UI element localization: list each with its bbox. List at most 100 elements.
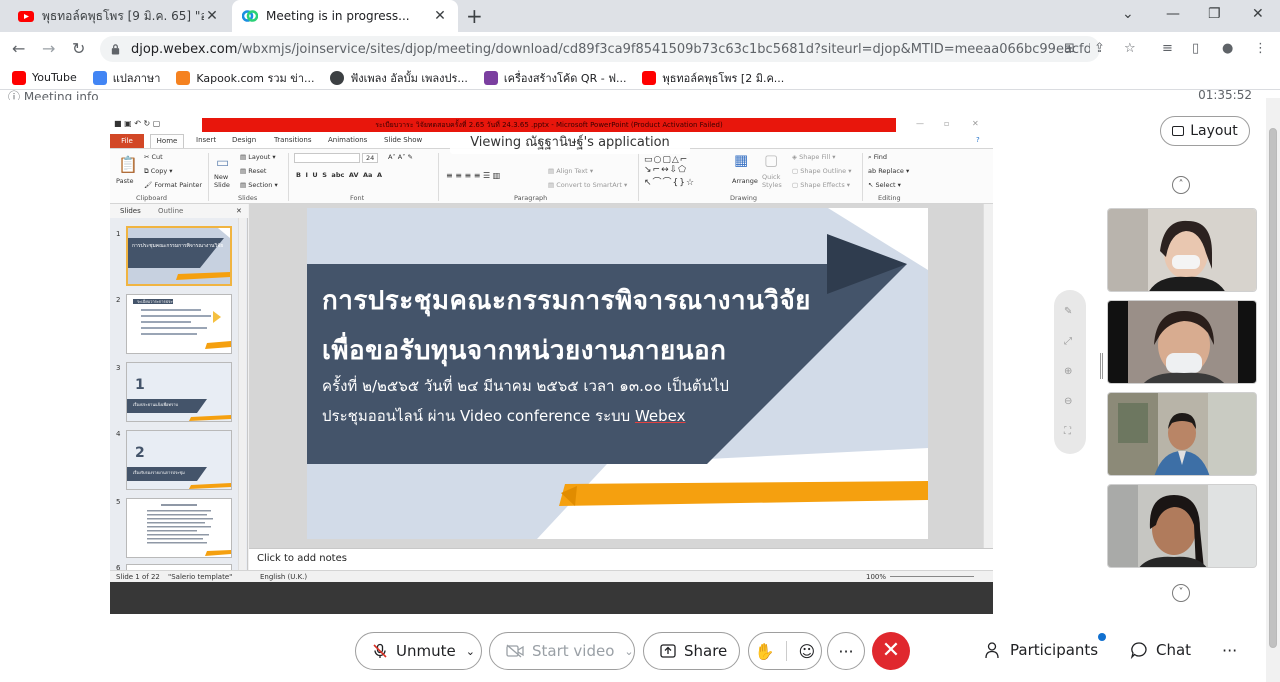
profile-avatar-icon[interactable]: ● — [1222, 41, 1233, 56]
ppt-tab-insert: Insert — [196, 136, 217, 144]
video-frame — [1108, 393, 1256, 475]
chat-label: Chat — [1156, 641, 1192, 659]
quick-styles-label: Quick Styles — [762, 173, 782, 189]
translate-icon[interactable]: ⊞ — [1064, 41, 1075, 56]
close-tab-icon[interactable]: ✕ — [432, 8, 448, 24]
participant-video-3[interactable] — [1107, 392, 1257, 476]
font-size-box: 24 — [362, 153, 379, 163]
slide-title-line-2: เพื่อขอรับทุนจากหน่วยงานภายนอก — [322, 336, 727, 366]
meeting-info[interactable]: ⓘ Meeting info — [8, 88, 99, 100]
ppt-panel-tab-slides: Slides — [120, 207, 141, 215]
close-icon: ✕ — [881, 638, 901, 663]
page-scrollbar[interactable] — [1266, 98, 1280, 682]
share-page-icon[interactable]: ⇪ — [1094, 41, 1105, 56]
unmute-label: Unmute — [396, 642, 456, 660]
ppt-panel-close-icon: ✕ — [236, 207, 242, 215]
shape-fill-label: ◈ Shape Fill ▾ — [792, 153, 836, 161]
bookmark-youtube[interactable]: YouTube — [12, 70, 77, 85]
shape-effects-label: ▢ Shape Effects ▾ — [792, 181, 851, 189]
chevron-down-icon[interactable]: ⌄ — [466, 645, 475, 658]
raise-hand-icon[interactable]: ✋ — [755, 642, 775, 661]
annotate-icon[interactable]: ✎ — [1064, 306, 1072, 317]
more-panels-icon[interactable]: ··· — [1222, 641, 1237, 660]
align-text-label: ▤ Align Text ▾ — [548, 167, 594, 175]
browser-tab-webex[interactable]: Meeting is in progress... ✕ — [232, 0, 458, 32]
slide-subtitle-line-1: ครั้งที่ ๒/๒๕๖๕ วันที่ ๒๔ มีนาคม ๒๕๖๕ เว… — [322, 377, 729, 395]
thumb-caption: ระเบียบวาระการประชุม — [137, 299, 178, 304]
participants-icon — [985, 642, 999, 659]
bookmark-kapook[interactable]: Kapook.com รวม ข่า... — [176, 69, 314, 87]
browser-tab-youtube[interactable]: พุธทอล์คพุธโพร [9 มิ.ค. 65] "อยากกว่า ✕ — [8, 0, 230, 32]
ppt-tab-design: Design — [232, 136, 257, 144]
shapes-gallery: ▭○▢△⌐ ↘⌐↔⇩⬠ ↖⌒⌒{}☆ — [644, 155, 696, 188]
font-group-label: Font — [350, 194, 365, 202]
font-format-icons: B I U S abc AV Aa A — [296, 171, 382, 179]
thumb-caption: 2 — [135, 445, 145, 461]
bookmark-label: เครื่องสร้างโค้ด QR - ฟ... — [503, 71, 627, 85]
chevron-down-icon[interactable]: ˅ — [1172, 584, 1190, 602]
thumb-art — [128, 228, 230, 284]
editing-group-label: Editing — [878, 194, 901, 202]
participant-video-1[interactable] — [1107, 208, 1257, 292]
reload-icon[interactable]: ↻ — [72, 39, 85, 58]
participants-notification-dot — [1098, 633, 1106, 641]
close-tab-icon[interactable]: ✕ — [204, 8, 220, 24]
status-slide-count: Slide 1 of 22 — [116, 573, 160, 581]
layout-button[interactable]: Layout — [1160, 116, 1250, 146]
bookmark-youtube-2[interactable]: พุธทอล์คพุธโพร [2 มิ.ค... — [642, 69, 784, 87]
chat-button[interactable]: Chat — [1130, 641, 1191, 659]
panel-resize-handle[interactable] — [1100, 353, 1103, 379]
ppt-tab-transitions: Transitions — [274, 136, 312, 144]
side-panel-icon[interactable]: ▯ — [1192, 41, 1199, 56]
slide-webex-word: Webex — [634, 407, 686, 425]
slide-subtitle-line-2: ประชุมออนไลน์ ผ่าน Video conference ระบบ… — [322, 407, 686, 425]
find-label: ⌕ Find — [868, 153, 888, 161]
reading-list-icon[interactable]: ≡ — [1162, 41, 1173, 56]
clipboard-group-label: Clipboard — [136, 194, 168, 202]
chevron-down-icon[interactable]: ⌄ — [624, 645, 633, 658]
fullscreen-icon[interactable]: ⛶ — [1064, 426, 1071, 437]
participants-button[interactable]: Participants — [984, 641, 1098, 659]
chevron-up-icon[interactable]: ˄ — [1172, 176, 1190, 194]
youtube-icon — [642, 70, 657, 85]
cut-label: ✂ Cut — [144, 153, 163, 161]
fit-icon[interactable]: ⤢ — [1064, 336, 1072, 347]
bookmark-translate[interactable]: แปลภาษา — [92, 69, 160, 87]
more-options-button[interactable]: ··· — [827, 632, 865, 670]
minimize-icon[interactable]: — — [1166, 6, 1180, 22]
participant-video-4[interactable] — [1107, 484, 1257, 568]
ppt-minimize-icon: — — [916, 119, 924, 128]
browser-menu-icon[interactable]: ⋮ — [1254, 41, 1267, 56]
participant-video-2[interactable] — [1107, 300, 1257, 384]
thumb-number: 5 — [116, 498, 121, 506]
quick-access-icons: ■ ▣ ↶ ↻ ▢ — [114, 119, 161, 128]
share-button[interactable]: Share — [643, 632, 740, 670]
reactions-emoji-icon[interactable]: ☺ — [799, 642, 816, 661]
forward-icon[interactable]: → — [42, 39, 55, 58]
browser-tab-bar: พุธทอล์คพุธโพร [9 มิ.ค. 65] "อยากกว่า ✕ … — [0, 0, 1280, 32]
address-input[interactable]: djop.webex.com /wbxmjs/joinservice/sites… — [100, 36, 1100, 62]
close-window-icon[interactable]: ✕ — [1252, 6, 1264, 22]
back-icon[interactable]: ← — [12, 39, 25, 58]
slide-thumbnail-1: การประชุมคณะกรรมการพิจารณางานวิจัย — [126, 226, 232, 286]
end-meeting-button[interactable]: ✕ — [872, 632, 910, 670]
bookmark-music[interactable]: ฟังเพลง อัลบั้ม เพลงปร... — [330, 69, 468, 87]
format-painter-label: 🖌 Format Painter — [144, 181, 203, 189]
bookmark-star-icon[interactable]: ☆ — [1124, 41, 1136, 56]
reset-label: ▤ Reset — [240, 167, 267, 175]
font-grow-shrink-icons: A˄ A˅ ✎ — [388, 153, 413, 161]
tab-search-icon[interactable]: ⌄ — [1122, 6, 1134, 22]
unmute-button[interactable]: Unmute ⌄ — [355, 632, 482, 670]
zoom-in-icon[interactable]: ⊕ — [1064, 366, 1072, 377]
zoom-out-icon[interactable]: ⊖ — [1064, 396, 1072, 407]
lock-icon — [111, 44, 120, 55]
start-video-button[interactable]: Start video ⌄ — [489, 632, 635, 670]
video-frame — [1108, 301, 1256, 383]
slide-title-line-1: การประชุมคณะกรรมการพิจารณางานวิจัย — [322, 286, 811, 316]
bookmark-qr[interactable]: เครื่องสร้างโค้ด QR - ฟ... — [483, 69, 627, 87]
more-icon: ··· — [838, 641, 854, 661]
new-tab-icon[interactable]: + — [466, 4, 483, 28]
video-off-icon — [506, 644, 524, 658]
url-host: djop.webex.com — [130, 41, 238, 57]
restore-icon[interactable]: ❐ — [1208, 6, 1221, 22]
